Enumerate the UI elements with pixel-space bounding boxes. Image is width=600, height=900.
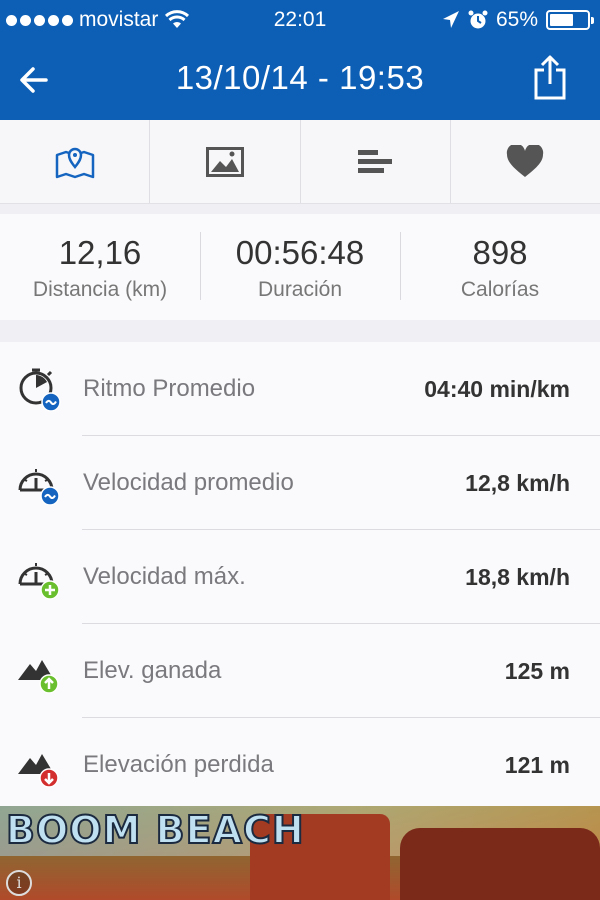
elevation-loss-icon: [18, 754, 59, 788]
distance-label: Distancia (km): [32, 278, 168, 301]
share-icon[interactable]: [530, 54, 570, 100]
location-arrow-icon: [442, 11, 459, 28]
battery-fill: [550, 14, 574, 26]
list-item: Velocidad máx. 18,8 km/h: [0, 530, 600, 624]
stat-label: Velocidad máx.: [83, 563, 246, 590]
activity-summary: 12,16 Distancia (km) 00:56:48 Duración 8…: [0, 214, 600, 320]
elevation-gain-icon: [18, 660, 59, 694]
speedometer-max-icon: [18, 563, 60, 600]
status-bar: movistar 22:01 65%: [0, 0, 600, 40]
tab-splits[interactable]: [301, 120, 451, 203]
ad-banner[interactable]: BOOM BEACH i: [0, 806, 600, 900]
battery-nub: [591, 17, 594, 24]
stat-label: Velocidad promedio: [83, 469, 294, 496]
detail-tabs: [0, 120, 600, 204]
heart-icon: [507, 144, 544, 177]
summary-distance: 12,16 Distancia (km): [0, 214, 200, 320]
summary-calories: 898 Calorías: [400, 214, 600, 320]
stat-value: 12,8 km/h: [465, 469, 570, 496]
stat-value: 18,8 km/h: [465, 563, 570, 590]
ad-brand-logo: BOOM BEACH: [5, 808, 305, 852]
list-item: Ritmo Promedio 04:40 min/km: [0, 342, 600, 436]
status-right: 65%: [442, 8, 594, 32]
duration-value: 00:56:48: [235, 234, 365, 271]
stat-label: Elevación perdida: [83, 751, 274, 778]
list-item: Elevación perdida 121 m: [0, 718, 600, 812]
stat-value: 125 m: [504, 657, 570, 684]
speedometer-avg-icon: [18, 469, 60, 506]
stat-value: 04:40 min/km: [424, 375, 570, 402]
battery-icon: [546, 10, 594, 30]
stat-label: Elev. ganada: [83, 657, 222, 684]
calories-value: 898: [472, 234, 528, 271]
stopwatch-avg-icon: [19, 368, 61, 412]
summary-duration: 00:56:48 Duración: [200, 214, 400, 320]
stat-label: Ritmo Promedio: [83, 375, 256, 402]
tab-photos[interactable]: [150, 120, 301, 203]
ad-artwork-secondary: [400, 828, 600, 900]
bars-icon: [358, 149, 393, 173]
page-title: 13/10/14 - 19:53: [175, 59, 425, 96]
distance-value: 12,16: [58, 234, 142, 271]
image-icon: [205, 146, 244, 177]
calories-label: Calorías: [460, 278, 540, 301]
list-item: Elev. ganada 125 m: [0, 624, 600, 718]
stat-value: 121 m: [504, 751, 570, 778]
list-item: Velocidad promedio 12,8 km/h: [0, 436, 600, 530]
nav-bar: 13/10/14 - 19:53: [0, 40, 600, 120]
tab-map[interactable]: [0, 120, 151, 203]
ad-info-icon[interactable]: i: [6, 870, 32, 896]
battery-percent: 65%: [495, 8, 538, 31]
map-pin-icon: [55, 147, 94, 178]
stats-list: Ritmo Promedio 04:40 min/km Velocidad pr…: [0, 342, 600, 806]
duration-label: Duración: [257, 278, 343, 301]
app-header: movistar 22:01 65% 13/10/14 - 19:53: [0, 0, 600, 120]
alarm-clock-icon: [468, 10, 488, 29]
tab-heart-rate[interactable]: [451, 120, 600, 203]
